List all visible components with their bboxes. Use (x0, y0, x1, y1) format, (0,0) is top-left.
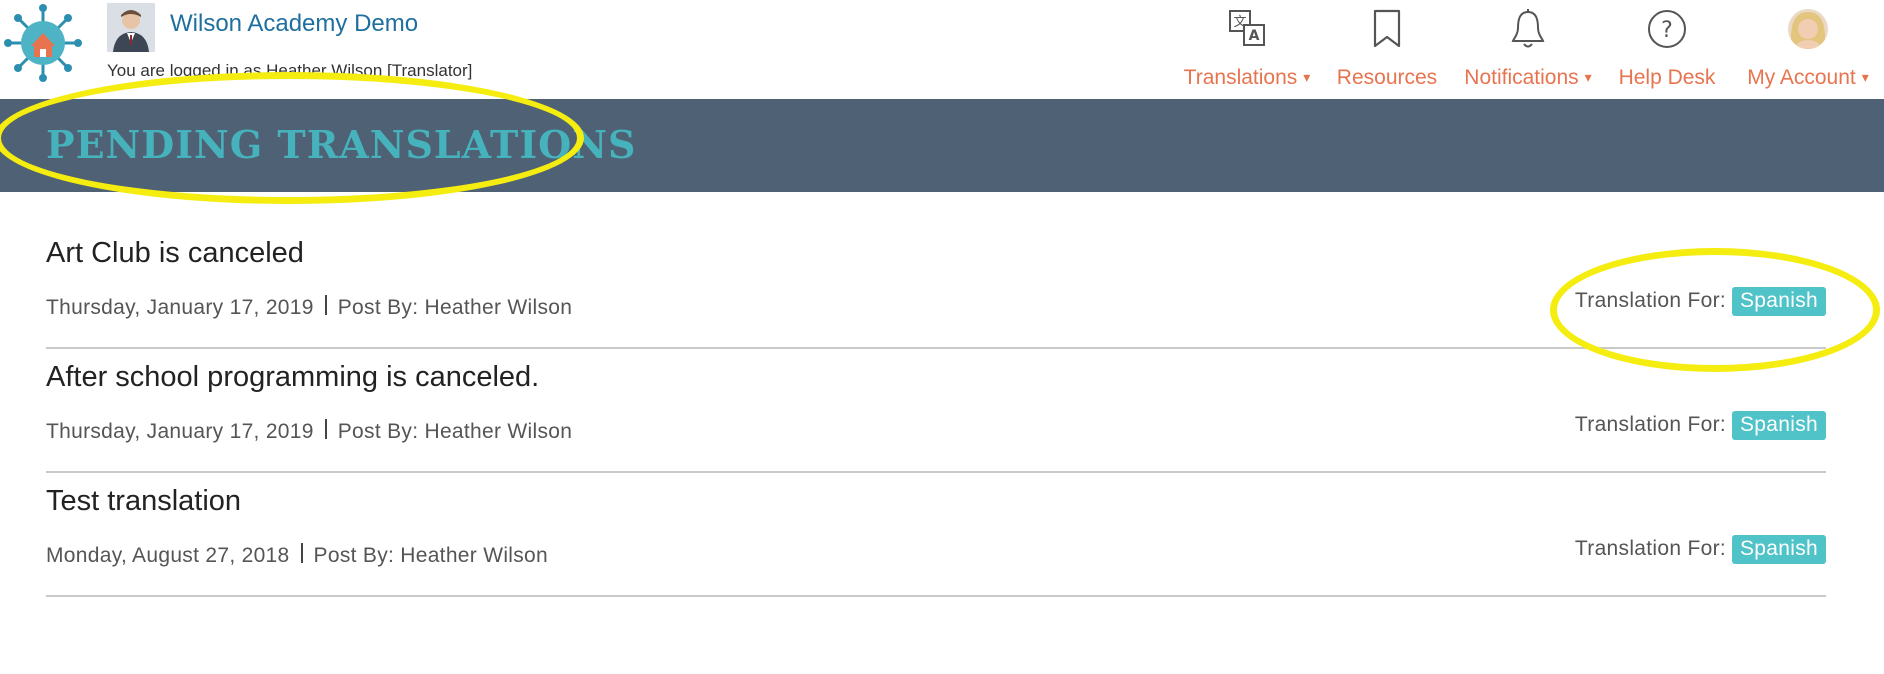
separator (324, 295, 327, 315)
translation-for-label: Translation For: (1574, 413, 1726, 436)
item-meta: Monday, August 27, 2018 Post By: Heather … (46, 543, 548, 568)
bookmark-icon (1373, 9, 1401, 48)
nav-notifications-label: Notifications (1464, 66, 1579, 89)
bell-icon (1511, 9, 1545, 48)
item-date: Monday, August 27, 2018 (46, 544, 290, 567)
item-title[interactable]: After school programming is canceled. (46, 361, 539, 394)
item-author: Post By: Heather Wilson (313, 544, 549, 567)
svg-text:A: A (1249, 28, 1260, 44)
item-title[interactable]: Test translation (46, 485, 241, 518)
item-author: Post By: Heather Wilson (337, 296, 573, 319)
item-author: Post By: Heather Wilson (337, 420, 573, 443)
translation-for: Translation For: Spanish (1575, 411, 1826, 440)
item-date: Thursday, January 17, 2019 (46, 420, 314, 443)
item-meta: Thursday, January 17, 2019 Post By: Heath… (46, 419, 572, 444)
nav-help-desk-label: Help Desk (1618, 66, 1716, 89)
item-date: Thursday, January 17, 2019 (46, 296, 314, 319)
item-title[interactable]: Art Club is canceled (46, 237, 304, 270)
nav-translations-label: Translations (1183, 66, 1298, 89)
nav-my-account-label: My Account (1747, 66, 1856, 89)
help-icon: ? (1648, 10, 1686, 48)
avatar (1788, 9, 1828, 49)
highlight-ellipse-badge (1550, 248, 1880, 372)
list-item[interactable]: Test translation Monday, August 27, 2018… (46, 473, 1826, 597)
translate-icon: 文 A (1229, 10, 1265, 46)
nav-translations[interactable]: 文 A Translations ▾ (1176, 8, 1318, 89)
nav-help-desk[interactable]: ? Help Desk (1612, 8, 1722, 89)
pending-translations-list: Art Club is canceled Thursday, January 1… (46, 225, 1826, 597)
item-meta: Thursday, January 17, 2019 Post By: Heath… (46, 295, 572, 320)
highlight-ellipse-title (0, 72, 584, 204)
list-item[interactable]: After school programming is canceled. Th… (46, 349, 1826, 473)
chevron-down-icon: ▾ (1303, 69, 1311, 85)
translation-for-label: Translation For: (1574, 537, 1726, 560)
language-badge: Spanish (1732, 411, 1826, 440)
nav-my-account[interactable]: My Account ▾ (1738, 8, 1878, 89)
user-photo (107, 3, 155, 52)
nav-resources[interactable]: Resources (1330, 8, 1444, 89)
separator (300, 543, 303, 563)
school-name[interactable]: Wilson Academy Demo (170, 10, 418, 38)
svg-text:?: ? (1661, 18, 1673, 43)
separator (324, 419, 327, 439)
language-badge: Spanish (1732, 535, 1826, 564)
nav-notifications[interactable]: Notifications ▾ (1458, 8, 1598, 89)
school-logo[interactable] (2, 2, 84, 84)
chevron-down-icon: ▾ (1584, 69, 1592, 85)
nav-resources-label: Resources (1336, 66, 1438, 89)
chevron-down-icon: ▾ (1861, 69, 1869, 85)
translation-for: Translation For: Spanish (1575, 535, 1826, 564)
